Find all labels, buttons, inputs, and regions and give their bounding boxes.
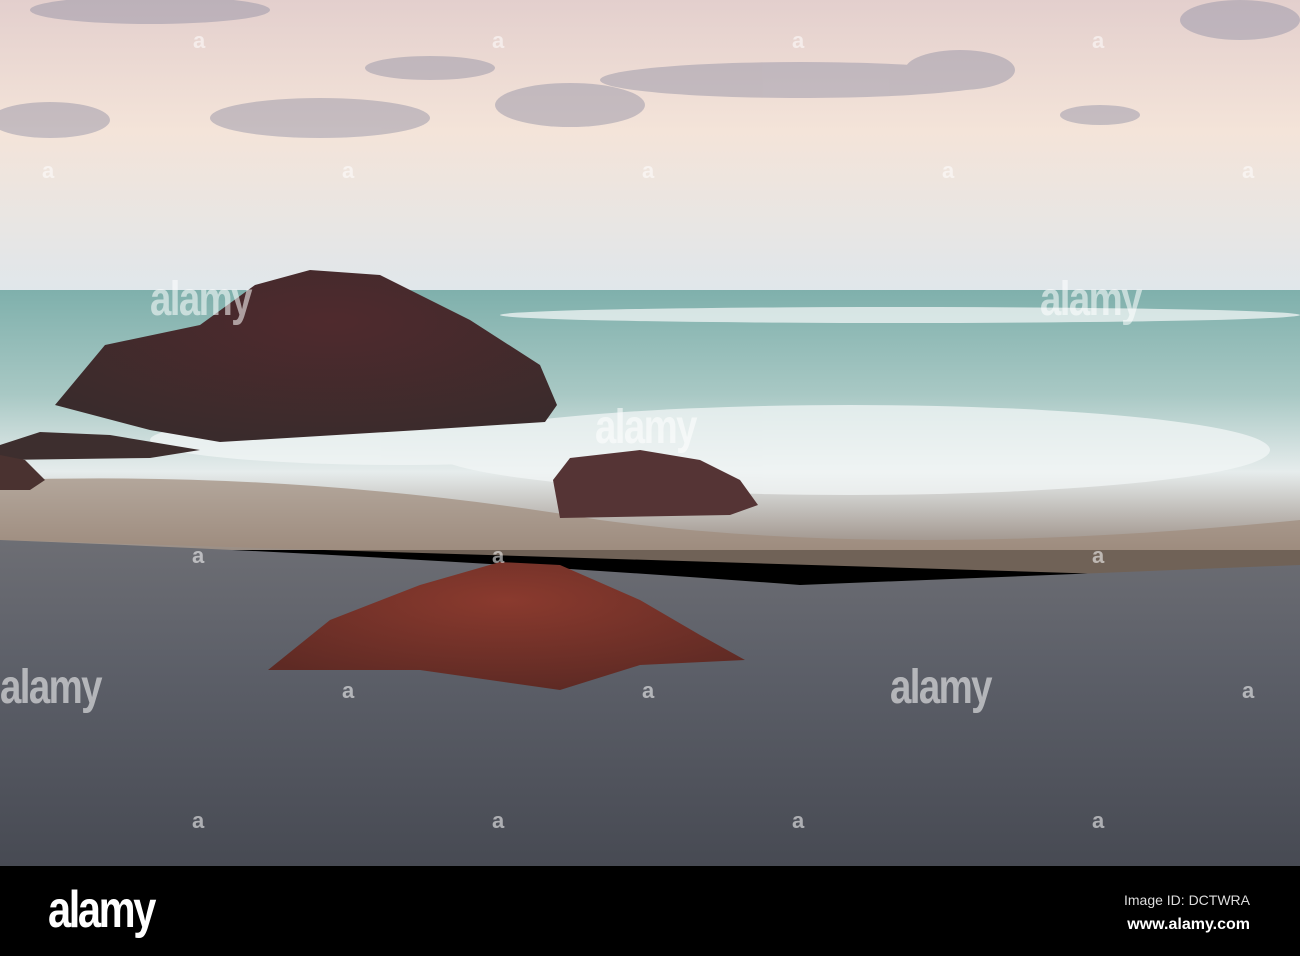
watermark-mark: a xyxy=(42,158,54,183)
watermark-mark: a xyxy=(1242,158,1254,183)
watermark-mark: a xyxy=(642,678,654,703)
watermark-text: alamy xyxy=(0,661,102,714)
footer-bar: alamy Image ID: DCTWRA www.alamy.com xyxy=(0,866,1300,956)
watermark-mark: a xyxy=(492,28,504,53)
watermark-mark: a xyxy=(192,808,204,833)
alamy-logo: alamy xyxy=(48,881,156,939)
watermark-text: alamy xyxy=(150,273,252,326)
watermark-mark: a xyxy=(193,28,205,53)
watermark-mark: a xyxy=(942,158,954,183)
watermark-mark: a xyxy=(792,28,804,53)
watermark-mark: a xyxy=(1242,678,1254,703)
image-id: Image ID: DCTWRA xyxy=(1123,892,1250,908)
watermark-mark: a xyxy=(1092,28,1104,53)
watermark-text: alamy xyxy=(890,661,992,714)
watermark-mark: a xyxy=(1092,808,1104,833)
site-url: www.alamy.com xyxy=(1127,916,1250,933)
watermark-mark: a xyxy=(192,543,204,568)
watermark-text: alamy xyxy=(1040,273,1142,326)
watermark-mark: a xyxy=(642,158,654,183)
watermark-mark: a xyxy=(1092,543,1104,568)
watermark-mark: a xyxy=(492,808,504,833)
watermark-mark: a xyxy=(792,808,804,833)
watermark-mark: a xyxy=(342,158,354,183)
watermark-text: alamy xyxy=(595,401,697,454)
watermark-mark: a xyxy=(492,543,504,568)
watermark-mark: a xyxy=(342,678,354,703)
